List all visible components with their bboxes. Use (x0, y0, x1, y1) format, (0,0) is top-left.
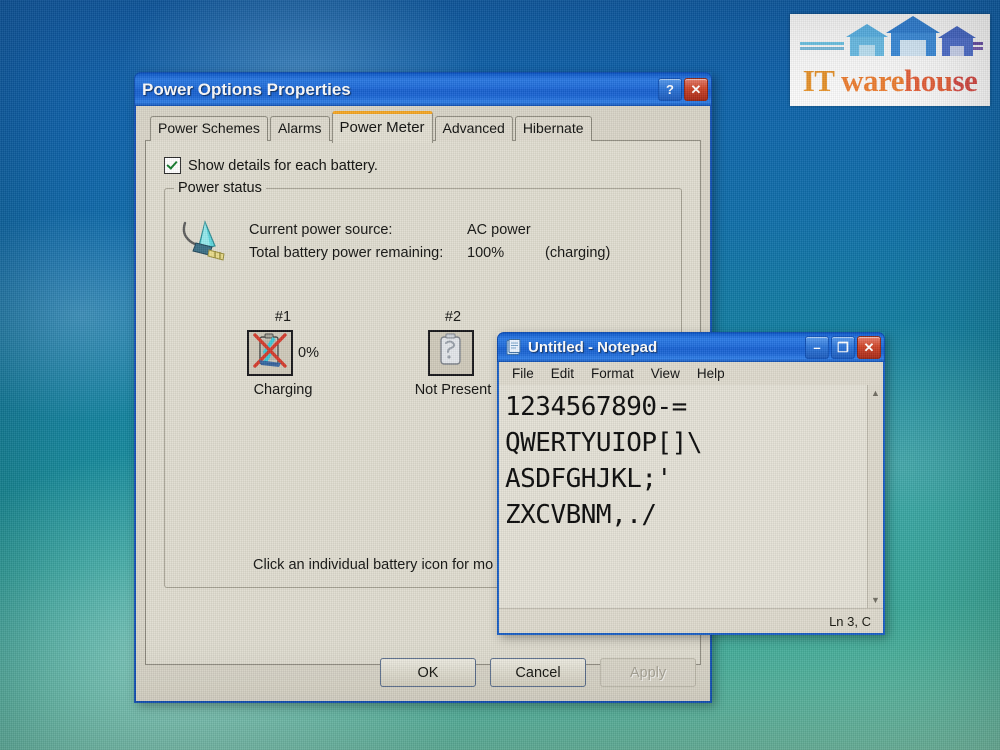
menu-edit[interactable]: Edit (544, 365, 581, 382)
battery-charging-note: (charging) (545, 245, 611, 261)
menu-help[interactable]: Help (690, 365, 732, 382)
logo-building-left (846, 24, 888, 56)
battery-cell-1: #1 0% Charging (227, 309, 339, 398)
notepad-text-area[interactable]: 1234567890-= QWERTYUIOP[]\ ASDFGHJKL;' Z… (499, 385, 867, 608)
logo-right-rule (973, 42, 983, 45)
logo-left-rule-2 (800, 47, 844, 50)
logo-word-ware: ware (833, 63, 904, 98)
logo-building-right (938, 26, 976, 56)
battery-cell-2: #2 Not Present (397, 309, 509, 398)
tab-hibernate[interactable]: Hibernate (514, 116, 592, 141)
notepad-body: File Edit Format View Help 1234567890-= … (497, 362, 885, 635)
logo-left-rule (800, 42, 844, 45)
logo-word-hou: hou (903, 63, 953, 98)
cancel-button[interactable]: Cancel (490, 658, 586, 687)
battery-remaining-value: 100% (467, 245, 505, 261)
notepad-menubar: File Edit Format View Help (499, 362, 883, 385)
battery-2-icon[interactable] (427, 330, 474, 376)
help-button[interactable]: ? (658, 78, 682, 101)
power-source-label: Current power source: (249, 222, 393, 238)
power-options-titlebar[interactable]: Power Options Properties ? ✕ (134, 72, 712, 106)
maximize-icon[interactable]: ❐ (831, 336, 855, 359)
notepad-vertical-scrollbar[interactable]: ▲ ▼ (867, 385, 883, 608)
logo-word-se: se (952, 63, 978, 98)
power-source-value: AC power (467, 222, 531, 238)
tab-advanced[interactable]: Advanced (434, 116, 513, 141)
logo-building-center (886, 16, 940, 56)
close-icon[interactable]: ✕ (684, 78, 708, 101)
menu-view[interactable]: View (644, 365, 687, 382)
notepad-status-bar: Ln 3, C (499, 608, 883, 633)
logo-word-it: IT (802, 63, 835, 98)
power-status-summary: Current power source: AC power Total bat… (179, 219, 667, 265)
dialog-button-row: OK Cancel Apply (380, 658, 696, 687)
menu-file[interactable]: File (505, 365, 541, 382)
tab-strip: Power Schemes Alarms Power Meter Advance… (145, 111, 701, 143)
notepad-app-icon (505, 339, 522, 356)
tab-alarms[interactable]: Alarms (269, 116, 330, 141)
apply-button: Apply (600, 658, 696, 687)
battery-1-icon-row: 0% (227, 330, 339, 376)
battery-1-number: #1 (274, 309, 292, 325)
logo-warehouse-graphic (790, 14, 990, 60)
logo-wordmark: IT warehouse (790, 61, 990, 101)
power-source-row: Current power source: AC power (249, 219, 610, 242)
battery-1-icon[interactable] (247, 330, 294, 376)
show-details-checkbox[interactable] (164, 157, 181, 174)
notepad-titlebar[interactable]: Untitled - Notepad – ❐ ✕ (497, 332, 885, 362)
notepad-title: Untitled - Notepad (528, 339, 658, 356)
show-details-row[interactable]: Show details for each battery. (164, 157, 686, 174)
show-details-label: Show details for each battery. (188, 157, 378, 174)
tab-power-meter[interactable]: Power Meter (331, 111, 433, 143)
ok-button[interactable]: OK (380, 658, 476, 687)
menu-format[interactable]: Format (584, 365, 641, 382)
battery-1-state: Charging (253, 382, 313, 398)
scroll-down-icon[interactable]: ▼ (868, 593, 883, 607)
minimize-icon[interactable]: – (805, 336, 829, 359)
battery-remaining-label: Total battery power remaining: (249, 245, 444, 261)
battery-2-number: #2 (444, 309, 462, 325)
laptop-screen-photo: IT warehouse Power Options Properties ? … (0, 0, 1000, 750)
battery-2-icon-row (397, 330, 509, 376)
notepad-text-area-wrap: 1234567890-= QWERTYUIOP[]\ ASDFGHJKL;' Z… (499, 385, 883, 608)
power-options-title: Power Options Properties (142, 79, 351, 99)
battery-2-state: Not Present (414, 382, 492, 398)
logo-right-rule-2 (973, 47, 983, 50)
tab-power-schemes[interactable]: Power Schemes (150, 116, 268, 141)
battery-hint-text: Click an individual battery icon for mo (253, 557, 494, 573)
power-status-legend: Power status (174, 180, 266, 196)
close-icon[interactable]: ✕ (857, 336, 881, 359)
ac-power-plug-icon (179, 219, 235, 265)
it-warehouse-logo: IT warehouse (790, 14, 990, 106)
notepad-window[interactable]: Untitled - Notepad – ❐ ✕ File Edit Forma… (497, 332, 885, 635)
scroll-up-icon[interactable]: ▲ (868, 386, 883, 400)
battery-1-percent: 0% (298, 345, 319, 361)
battery-remaining-row: Total battery power remaining: 100% (cha… (249, 242, 610, 265)
power-status-text: Current power source: AC power Total bat… (249, 219, 610, 265)
